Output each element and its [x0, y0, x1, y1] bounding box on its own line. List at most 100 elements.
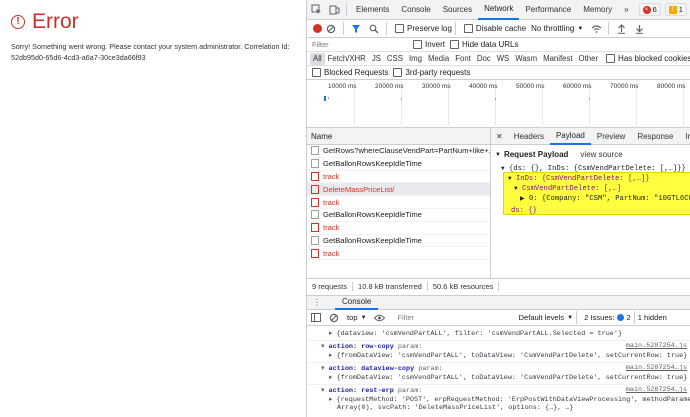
warnings-count: 1: [678, 5, 683, 14]
drawer-menu-icon[interactable]: ⋮: [313, 298, 321, 307]
type-all[interactable]: All: [310, 52, 325, 65]
payload-item-line[interactable]: ▶ 0: {Company: "CSM", PartNum: "10GTL6CG…: [520, 195, 690, 203]
payload-csm-line[interactable]: ▼ CsmVendPartDelete: [,…]: [514, 185, 621, 193]
log-levels-select[interactable]: Default levels ▼: [519, 313, 574, 322]
clear-icon[interactable]: [322, 20, 340, 38]
network-conditions-icon[interactable]: [587, 20, 605, 38]
tab-payload[interactable]: Payload: [549, 128, 591, 145]
has-blocked-cookies-checkbox[interactable]: Has blocked cookies: [606, 54, 690, 63]
type-js[interactable]: JS: [369, 53, 384, 65]
console-detail-line: ▸ {dataview: 'csmVendPartALL', filter: '…: [329, 329, 622, 338]
console-detail-line: ▸ {fromDataView: 'csmVendPartALL', toDat…: [329, 373, 687, 382]
type-wasm[interactable]: Wasm: [512, 53, 540, 65]
blocked-requests-checkbox[interactable]: Blocked Requests: [312, 68, 388, 77]
type-manifest[interactable]: Manifest: [540, 53, 575, 65]
request-row[interactable]: track: [307, 196, 490, 209]
chevron-down-icon: ▾: [321, 365, 325, 373]
checkbox-box[interactable]: [413, 40, 422, 49]
tab-initiator[interactable]: Initiator: [679, 128, 690, 145]
invert-checkbox[interactable]: Invert: [413, 40, 445, 49]
checkbox-box[interactable]: [463, 24, 473, 33]
context-select[interactable]: top ▼: [347, 313, 367, 322]
request-row[interactable]: track: [307, 222, 490, 235]
payload-item-text: 0: {Company: "CSM", PartNum: "10GTL6CG",…: [528, 195, 690, 203]
inspect-element-icon[interactable]: [307, 1, 325, 19]
console-filter-input[interactable]: Filter: [395, 312, 515, 324]
preserve-log-checkbox[interactable]: Preserve log: [395, 24, 452, 33]
search-icon[interactable]: [365, 20, 383, 38]
checkbox-box[interactable]: [393, 68, 403, 77]
console-message[interactable]: ▾ action: row-copy param: main.5287254…j…: [307, 342, 690, 362]
live-expression-eye-icon[interactable]: [371, 309, 389, 327]
timeline-tick-label: 20000 ms: [375, 83, 404, 90]
checkbox-box[interactable]: [450, 40, 460, 49]
hide-data-urls-checkbox[interactable]: Hide data URLs: [450, 40, 519, 49]
network-timeline-overview[interactable]: 10000 ms 20000 ms 30000 ms 40000 ms 5000…: [307, 80, 690, 128]
sidebar-toggle-icon[interactable]: [307, 309, 325, 327]
throttling-select[interactable]: No throttling ▼: [531, 24, 583, 33]
type-img[interactable]: Img: [406, 53, 425, 65]
import-har-icon[interactable]: [612, 20, 630, 38]
request-row[interactable]: DeleteMassPriceList/: [307, 183, 490, 197]
resources-size: 50.6 kB resources: [428, 282, 500, 291]
request-count: 9 requests: [307, 282, 354, 291]
device-toolbar-icon[interactable]: [325, 1, 343, 19]
filter-input[interactable]: [310, 38, 408, 51]
type-font[interactable]: Font: [452, 53, 474, 65]
filter-icon[interactable]: [347, 20, 365, 38]
payload-section-title: Request Payload: [503, 150, 569, 159]
tab-response[interactable]: Response: [631, 128, 679, 145]
view-source-link[interactable]: view source: [580, 150, 622, 159]
request-row[interactable]: track: [307, 247, 490, 261]
source-link[interactable]: main.5287254…js: [626, 342, 687, 350]
third-party-requests-checkbox[interactable]: 3rd-party requests: [393, 68, 470, 77]
warnings-badge[interactable]: ! 1: [664, 3, 687, 16]
request-row[interactable]: GetBallonRowsKeepIdleTime: [307, 158, 490, 171]
chevron-down-icon: ▼: [577, 25, 584, 32]
payload-inds-line[interactable]: ▼ InDs: {CsmVendPartDelete: [,…]}: [508, 175, 650, 183]
more-tabs-button[interactable]: »: [618, 0, 634, 20]
source-link[interactable]: main.5287254…js: [626, 386, 687, 394]
disable-cache-checkbox[interactable]: Disable cache: [463, 24, 526, 33]
checkbox-box[interactable]: [606, 54, 616, 63]
request-row[interactable]: track: [307, 171, 490, 184]
clear-console-icon[interactable]: [325, 309, 343, 327]
console-action: action: rest-erp: [328, 387, 394, 395]
request-payload-header[interactable]: ▼ Request Payload view source: [495, 150, 623, 159]
type-other[interactable]: Other: [576, 53, 602, 65]
tab-memory[interactable]: Memory: [577, 0, 618, 20]
name-column-header[interactable]: Name: [307, 128, 490, 145]
tab-performance[interactable]: Performance: [519, 0, 577, 20]
export-har-icon[interactable]: [630, 20, 648, 38]
close-detail-icon[interactable]: ✕: [491, 128, 508, 145]
request-row[interactable]: GetRows?whereClauseVendPart=PartNum+like…: [307, 145, 490, 158]
request-detail-panel: ✕ Headers Payload Preview Response Initi…: [491, 128, 690, 278]
type-doc[interactable]: Doc: [474, 53, 494, 65]
errors-badge[interactable]: × 6: [638, 3, 661, 16]
checkbox-box[interactable]: [395, 24, 404, 33]
checkbox-box[interactable]: [312, 68, 321, 77]
type-fetch-xhr[interactable]: Fetch/XHR: [325, 53, 369, 65]
console-detail-text: {fromDataView: 'csmVendPartALL', toDataV…: [336, 374, 688, 382]
type-media[interactable]: Media: [425, 53, 452, 65]
request-row[interactable]: GetBallonRowsKeepIdleTime: [307, 235, 490, 248]
network-status-bar: 9 requests 10.8 kB transferred 50.6 kB r…: [307, 278, 690, 294]
tab-elements[interactable]: Elements: [350, 0, 395, 20]
request-row[interactable]: GetBallonRowsKeepIdleTime: [307, 209, 490, 222]
console-messages: ▸ {dataview: 'csmVendPartALL', filter: '…: [307, 326, 690, 417]
tab-headers[interactable]: Headers: [508, 128, 550, 145]
error-header: ! Error: [11, 10, 79, 34]
record-icon[interactable]: [313, 24, 322, 33]
document-icon: [311, 146, 319, 156]
tab-console[interactable]: Console: [395, 0, 436, 20]
document-icon: [311, 223, 319, 233]
console-message[interactable]: ▾ action: dataview-copy param: main.5287…: [307, 364, 690, 384]
source-link[interactable]: main.5287254…js: [626, 364, 687, 372]
tab-network[interactable]: Network: [478, 0, 520, 20]
type-css[interactable]: CSS: [384, 53, 406, 65]
tab-preview[interactable]: Preview: [591, 128, 631, 145]
tab-sources[interactable]: Sources: [437, 0, 478, 20]
type-ws[interactable]: WS: [494, 53, 513, 65]
issues-counter[interactable]: 2 Issues: 2: [584, 313, 631, 322]
console-message[interactable]: ▾ action: rest-erp param: main.5287254…j…: [307, 386, 690, 416]
